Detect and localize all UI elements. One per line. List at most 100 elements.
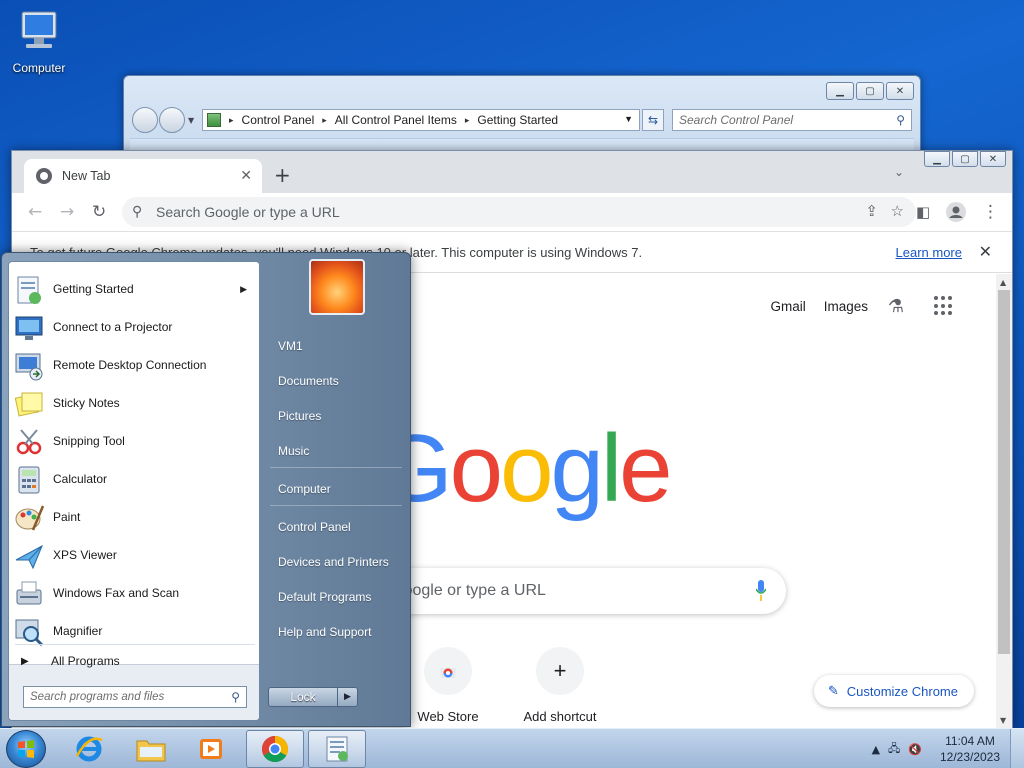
back-button[interactable] [132, 107, 158, 133]
chrome-toolbar: ← → ↻ ⚲ Search Google or type a URL ⇪ ☆ … [12, 193, 1012, 231]
shortcut-add[interactable]: + Add shortcut [515, 647, 605, 724]
folder-icon [136, 740, 166, 762]
omnibox[interactable]: ⚲ Search Google or type a URL ⇪ ☆ [122, 197, 916, 227]
microphone-icon[interactable] [756, 580, 766, 602]
side-panel-icon[interactable]: ◧ [916, 202, 930, 222]
start-button[interactable] [6, 730, 46, 768]
tab-new-tab[interactable]: New Tab ✕ [24, 159, 262, 193]
bookmark-star-icon[interactable]: ☆ [891, 202, 904, 220]
omnibox-search-icon: ⚲ [132, 203, 143, 219]
desktop-icon-label: Computer [12, 61, 66, 75]
new-tab-button[interactable]: + [274, 165, 291, 185]
start-menu-item-remote-desktop[interactable]: Remote Desktop Connection [9, 346, 259, 384]
apps-grid-icon[interactable] [934, 296, 954, 316]
start-menu-item-paint[interactable]: Paint [9, 498, 259, 536]
start-menu-link-pictures[interactable]: Pictures [270, 402, 402, 430]
start-search-placeholder: Search programs and files [30, 691, 165, 703]
lock-button[interactable]: Lock [268, 687, 338, 707]
start-menu-link-devices-and-printers[interactable]: Devices and Printers [270, 548, 402, 576]
close-button[interactable]: ✕ [886, 82, 914, 100]
start-menu-item-sticky-notes[interactable]: Sticky Notes [9, 384, 259, 422]
shutdown-options-button[interactable]: ▶ [338, 687, 358, 707]
start-menu-item-xps-viewer[interactable]: XPS Viewer [9, 536, 259, 574]
share-icon[interactable]: ⇪ [865, 202, 878, 220]
breadcrumb-all-items[interactable]: All Control Panel Items [322, 113, 457, 127]
all-programs-item[interactable]: ▶ All Programs [9, 650, 259, 672]
taskbar-file-explorer[interactable] [122, 730, 180, 768]
start-menu-item-label: Remote Desktop Connection [53, 358, 207, 372]
start-menu-link-default-programs[interactable]: Default Programs [270, 583, 402, 611]
taskbar-internet-explorer[interactable] [60, 730, 118, 768]
minimize-button[interactable]: ▁ [826, 82, 854, 100]
start-menu-item-snipping-tool[interactable]: Snipping Tool [9, 422, 259, 460]
shortcut-web-store[interactable]: Web Store [403, 647, 493, 724]
customize-chrome-button[interactable]: ✎ Customize Chrome [813, 675, 974, 707]
scroll-down-icon[interactable]: ▼ [1000, 716, 1006, 725]
breadcrumb-getting-started[interactable]: Getting Started [465, 113, 558, 127]
desktop-icon-computer[interactable]: Computer [6, 8, 72, 75]
learn-more-link[interactable]: Learn more [896, 245, 962, 260]
start-menu-item-label: Paint [53, 510, 81, 524]
calculator-icon [18, 466, 40, 494]
recent-pages-icon[interactable]: ▼ [188, 116, 194, 125]
forward-arrow-icon[interactable]: → [60, 202, 74, 222]
refresh-button[interactable]: ⇆ [642, 109, 664, 131]
chrome-minimize-button[interactable]: ▁ [924, 151, 950, 167]
chrome-close-button[interactable]: ✕ [980, 151, 1006, 167]
taskbar-control-panel[interactable] [308, 730, 366, 768]
start-menu-item-label: Magnifier [53, 624, 103, 638]
paint-icon [15, 505, 45, 531]
show-hidden-icons-icon[interactable]: ▲ [872, 743, 880, 756]
profile-avatar-icon[interactable] [946, 202, 966, 227]
start-menu-item-fax-scan[interactable]: Windows Fax and Scan [9, 574, 259, 612]
logo-letter: g [550, 415, 603, 522]
chrome-maximize-button[interactable]: ▢ [952, 151, 978, 167]
internet-explorer-icon [75, 736, 103, 762]
scroll-thumb[interactable] [998, 290, 1010, 654]
taskbar-chrome[interactable] [246, 730, 304, 768]
control-panel-search-input[interactable]: Search Control Panel ⚲ [672, 109, 912, 131]
computer-icon [21, 11, 57, 48]
forward-button[interactable] [159, 107, 185, 133]
start-menu-link-documents[interactable]: Documents [270, 367, 402, 395]
scroll-up-icon[interactable]: ▲ [1000, 278, 1006, 287]
start-menu-link-music[interactable]: Music [270, 437, 402, 465]
start-menu-item-projector[interactable]: Connect to a Projector [9, 308, 259, 346]
start-menu-item-calculator[interactable]: Calculator [9, 460, 259, 498]
gmail-link[interactable]: Gmail [770, 299, 805, 314]
logo-letter: l [600, 415, 622, 522]
start-menu-link-help-and-support[interactable]: Help and Support [270, 618, 402, 646]
volume-muted-icon[interactable]: 🔇 [908, 743, 922, 756]
start-search-input[interactable]: Search programs and files ⚲ [23, 686, 247, 708]
tab-search-icon[interactable]: ⌄ [894, 165, 904, 179]
logo-letter: e [619, 415, 672, 522]
address-dropdown-icon[interactable]: ▼ [624, 114, 633, 124]
show-desktop-button[interactable] [1010, 729, 1024, 768]
user-avatar[interactable] [309, 259, 365, 315]
window-controls: ▁ ▢ ✕ [826, 82, 914, 100]
start-menu-link-vm1[interactable]: VM1 [270, 332, 402, 360]
maximize-button[interactable]: ▢ [856, 82, 884, 100]
start-menu-link-computer[interactable]: Computer [270, 475, 402, 503]
submenu-arrow-icon[interactable]: ▶ [240, 284, 247, 295]
breadcrumb-control-panel[interactable]: Control Panel [229, 113, 315, 127]
start-menu-item-label: Snipping Tool [53, 434, 125, 448]
start-menu-item-getting-started[interactable]: Getting Started ▶ [9, 270, 259, 308]
network-icon[interactable]: 🖧 [888, 740, 900, 759]
taskbar-media-player[interactable] [182, 730, 240, 768]
address-bar[interactable]: Control Panel All Control Panel Items Ge… [202, 109, 640, 131]
projector-icon [15, 316, 43, 340]
reload-icon[interactable]: ↻ [92, 202, 106, 222]
vertical-scrollbar[interactable]: ▲ ▼ [996, 274, 1012, 729]
labs-flask-icon[interactable]: ⚗ [888, 296, 904, 317]
images-link[interactable]: Images [824, 299, 868, 314]
omnibox-placeholder: Search Google or type a URL [156, 204, 340, 220]
infobar-close-icon[interactable]: ✕ [979, 242, 992, 262]
clock[interactable]: 11:04 AM 12/23/2023 [930, 733, 1010, 765]
tab-close-icon[interactable]: ✕ [240, 167, 252, 184]
chrome-menu-icon[interactable]: ⋮ [982, 202, 999, 222]
back-arrow-icon[interactable]: ← [28, 202, 42, 222]
start-menu-link-control-panel[interactable]: Control Panel [270, 513, 402, 541]
windows-logo-icon [18, 740, 34, 758]
getting-started-icon [17, 276, 41, 304]
